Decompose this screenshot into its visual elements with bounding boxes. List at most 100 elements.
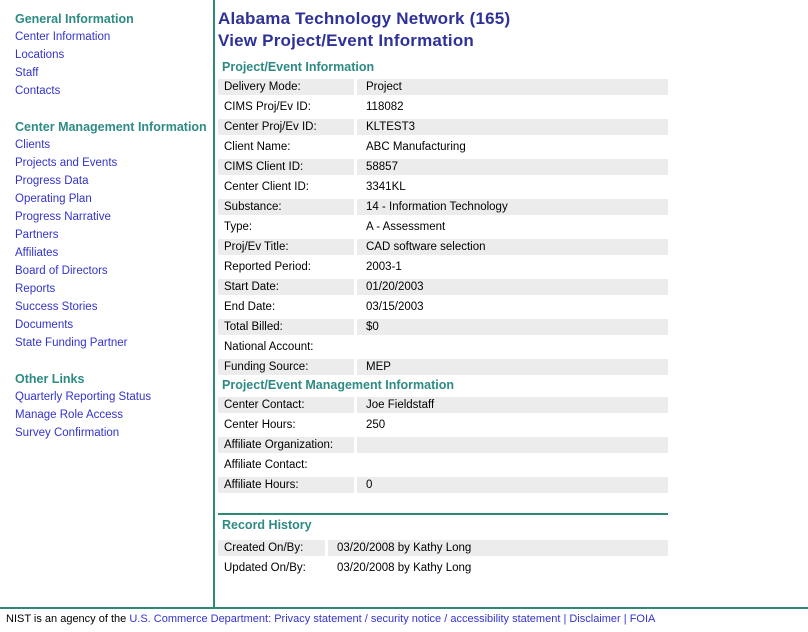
- sidebar-section-items: Center Information Locations Staff Conta…: [15, 28, 211, 100]
- field-label-cims-proj-ev-id: CIMS Proj/Ev ID:: [218, 99, 354, 115]
- commerce-dept-link[interactable]: U.S. Commerce Department:: [129, 613, 271, 625]
- sidebar-item-operating-plan[interactable]: Operating Plan: [15, 190, 211, 208]
- table-row: Funding Source: MEP: [218, 359, 668, 375]
- field-value-delivery-mode: Project: [357, 79, 668, 95]
- sidebar-item-partners[interactable]: Partners: [15, 226, 211, 244]
- sidebar-item-documents[interactable]: Documents: [15, 316, 211, 334]
- sidebar-item-clients[interactable]: Clients: [15, 136, 211, 154]
- table-row: CIMS Proj/Ev ID: 118082: [218, 99, 668, 115]
- field-label-reported-period: Reported Period:: [218, 259, 354, 275]
- field-table: Center Contact: Joe Fieldstaff Center Ho…: [218, 397, 668, 493]
- sidebar-item-success-stories[interactable]: Success Stories: [15, 298, 211, 316]
- privacy-statement-link[interactable]: Privacy statement: [274, 613, 361, 625]
- field-table: Created On/By: 03/20/2008 by Kathy Long …: [218, 540, 668, 576]
- sidebar-item-quarterly-reporting-status[interactable]: Quarterly Reporting Status: [15, 388, 211, 406]
- footer-separator: /: [444, 613, 448, 625]
- table-row: Center Proj/Ev ID: KLTEST3: [218, 119, 668, 135]
- table-row: Type: A - Assessment: [218, 219, 668, 235]
- sidebar-item-board-of-directors[interactable]: Board of Directors: [15, 262, 211, 280]
- view-title: View Project/Event Information: [218, 31, 475, 50]
- field-value-substance: 14 - Information Technology: [357, 199, 668, 215]
- field-label-national-account: National Account:: [218, 339, 354, 355]
- field-value-cims-client-id: 58857: [357, 159, 668, 175]
- accessibility-statement-link[interactable]: accessibility statement: [450, 613, 560, 625]
- field-label-affiliate-organization: Affiliate Organization:: [218, 437, 354, 453]
- field-value-funding-source: MEP: [357, 359, 668, 375]
- table-row: Delivery Mode: Project: [218, 79, 668, 95]
- section-project-event-information: Project/Event Information Delivery Mode:…: [218, 61, 668, 375]
- sidebar: General Information Center Information L…: [0, 0, 211, 460]
- field-label-type: Type:: [218, 219, 354, 235]
- field-label-updated-on-by: Updated On/By:: [218, 560, 325, 576]
- sidebar-section-items: Clients Projects and Events Progress Dat…: [15, 136, 211, 352]
- sidebar-item-staff[interactable]: Staff: [15, 64, 211, 82]
- table-row: End Date: 03/15/2003: [218, 299, 668, 315]
- footer-separator: |: [623, 613, 627, 625]
- foia-link[interactable]: FOIA: [630, 613, 656, 625]
- footer-divider: [0, 607, 808, 609]
- field-value-created-on-by: 03/20/2008 by Kathy Long: [328, 540, 668, 556]
- footer-agency-text: NIST is an agency of the: [6, 613, 127, 625]
- sidebar-item-projects-and-events[interactable]: Projects and Events: [15, 154, 211, 172]
- table-row: Affiliate Contact:: [218, 457, 668, 473]
- sidebar-item-progress-narrative[interactable]: Progress Narrative: [15, 208, 211, 226]
- section-record-history: Record History Created On/By: 03/20/2008…: [218, 513, 668, 576]
- table-row: Created On/By: 03/20/2008 by Kathy Long: [218, 540, 668, 556]
- info-sections: Project/Event Information Delivery Mode:…: [218, 61, 668, 576]
- sidebar-item-state-funding-partner[interactable]: State Funding Partner: [15, 334, 211, 352]
- field-value-client-name: ABC Manufacturing: [357, 139, 668, 155]
- field-value-start-date: 01/20/2003: [357, 279, 668, 295]
- table-row: Substance: 14 - Information Technology: [218, 199, 668, 215]
- table-row: CIMS Client ID: 58857: [218, 159, 668, 175]
- field-label-center-client-id: Center Client ID:: [218, 179, 354, 195]
- field-value-reported-period: 2003-1: [357, 259, 668, 275]
- field-label-start-date: Start Date:: [218, 279, 354, 295]
- field-label-center-hours: Center Hours:: [218, 417, 354, 433]
- sidebar-item-contacts[interactable]: Contacts: [15, 82, 211, 100]
- footer: NIST is an agency of the U.S. Commerce D…: [6, 612, 655, 626]
- section-header: Record History: [222, 518, 312, 532]
- field-value-center-hours: 250: [357, 417, 668, 433]
- field-label-affiliate-contact: Affiliate Contact:: [218, 457, 354, 473]
- field-label-cims-client-id: CIMS Client ID:: [218, 159, 354, 175]
- sidebar-item-affiliates[interactable]: Affiliates: [15, 244, 211, 262]
- disclaimer-link[interactable]: Disclaimer: [569, 613, 620, 625]
- table-row: Start Date: 01/20/2003: [218, 279, 668, 295]
- section-header: Project/Event Management Information: [222, 378, 454, 392]
- field-label-total-billed: Total Billed:: [218, 319, 354, 335]
- field-label-end-date: End Date:: [218, 299, 354, 315]
- table-row: Affiliate Hours: 0: [218, 477, 668, 493]
- sidebar-section-items: Quarterly Reporting Status Manage Role A…: [15, 388, 211, 442]
- table-row: Client Name: ABC Manufacturing: [218, 139, 668, 155]
- sidebar-item-progress-data[interactable]: Progress Data: [15, 172, 211, 190]
- sidebar-divider: [213, 0, 215, 607]
- field-table: Delivery Mode: Project CIMS Proj/Ev ID: …: [218, 79, 668, 375]
- table-row: Reported Period: 2003-1: [218, 259, 668, 275]
- field-label-substance: Substance:: [218, 199, 354, 215]
- center-name-title: Alabama Technology Network (165): [218, 9, 511, 28]
- field-value-end-date: 03/15/2003: [357, 299, 668, 315]
- table-row: Total Billed: $0: [218, 319, 668, 335]
- field-label-proj-ev-title: Proj/Ev Title:: [218, 239, 354, 255]
- footer-separator: |: [563, 613, 567, 625]
- field-label-delivery-mode: Delivery Mode:: [218, 79, 354, 95]
- security-notice-link[interactable]: security notice: [371, 613, 441, 625]
- sidebar-section-header: General Information: [15, 12, 134, 26]
- field-label-affiliate-hours: Affiliate Hours:: [218, 477, 354, 493]
- sidebar-item-manage-role-access[interactable]: Manage Role Access: [15, 406, 211, 424]
- page-title: Alabama Technology Network (165) View Pr…: [218, 8, 668, 52]
- table-row: Center Hours: 250: [218, 417, 668, 433]
- sidebar-item-center-information[interactable]: Center Information: [15, 28, 211, 46]
- field-value-affiliate-hours: 0: [357, 477, 668, 493]
- sidebar-item-locations[interactable]: Locations: [15, 46, 211, 64]
- table-row: Affiliate Organization:: [218, 437, 668, 453]
- sidebar-section-header: Other Links: [15, 372, 85, 386]
- field-value-affiliate-contact: [357, 457, 668, 473]
- sidebar-item-reports[interactable]: Reports: [15, 280, 211, 298]
- field-value-national-account: [357, 339, 668, 355]
- sidebar-item-survey-confirmation[interactable]: Survey Confirmation: [15, 424, 211, 442]
- field-label-center-contact: Center Contact:: [218, 397, 354, 413]
- field-value-total-billed: $0: [357, 319, 668, 335]
- field-label-center-proj-ev-id: Center Proj/Ev ID:: [218, 119, 354, 135]
- field-value-type: A - Assessment: [357, 219, 668, 235]
